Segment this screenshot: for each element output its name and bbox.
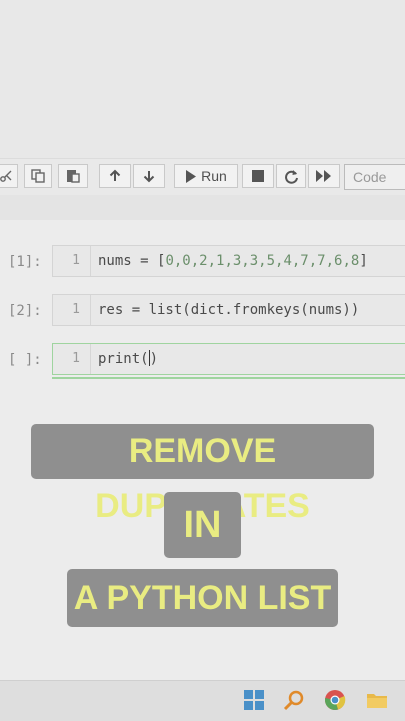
search-button[interactable] [283, 689, 305, 711]
restart-button[interactable] [276, 164, 306, 188]
restart-run-all-button[interactable] [308, 164, 340, 188]
code-cell-2[interactable]: 1 res = list(dict.fromkeys(nums)) [52, 294, 405, 326]
search-icon [283, 690, 304, 711]
title-line-2-text: IN [183, 504, 222, 546]
run-icon [186, 169, 197, 183]
run-button[interactable]: Run [174, 164, 238, 188]
cell-type-select[interactable]: Code [344, 164, 405, 190]
cell-prompt: [2]: [8, 303, 42, 319]
move-up-icon [109, 169, 121, 181]
file-explorer-button[interactable] [366, 689, 388, 711]
paste-icon [67, 170, 80, 183]
stop-icon [252, 170, 264, 182]
windows-start-button[interactable] [243, 689, 265, 711]
restart-icon [284, 169, 298, 184]
line-number: 1 [53, 295, 91, 325]
screen-top-blank [0, 0, 405, 158]
title-line-3: A PYTHON LIST [67, 569, 338, 627]
code-var: nums [98, 253, 132, 269]
notebook-toolbar: Run Code [0, 158, 405, 196]
title-line-3-text: A PYTHON LIST [73, 579, 332, 617]
code-assign: = [ [131, 253, 166, 269]
title-overlay: REMOVE DUPLICATES IN A PYTHON LIST [0, 404, 405, 680]
code-line: nums = [0,0,2,1,3,3,5,4,7,7,6,8] [98, 246, 368, 276]
cut-icon [0, 170, 12, 182]
chrome-button[interactable] [324, 689, 346, 711]
chrome-icon [325, 690, 346, 710]
cell-divider [52, 377, 405, 379]
move-up-button[interactable] [99, 164, 131, 188]
toolbar-gap [0, 195, 405, 220]
title-line-1: REMOVE DUPLICATES [31, 424, 374, 525]
cell-prompt: [1]: [8, 254, 42, 270]
code-line: res = list(dict.fromkeys(nums)) [98, 302, 360, 318]
paste-button[interactable] [58, 164, 88, 188]
taskbar [0, 680, 405, 721]
code-cell-1[interactable]: 1 nums = [0,0,2,1,3,3,5,4,7,7,6,8] [52, 245, 405, 277]
stop-button[interactable] [242, 164, 274, 188]
move-down-button[interactable] [133, 164, 165, 188]
cell-prompt: [ ]: [8, 352, 42, 368]
notebook-area: [1]: 1 nums = [0,0,2,1,3,3,5,4,7,7,6,8] … [0, 220, 405, 404]
copy-button[interactable] [24, 164, 52, 188]
run-label: Run [201, 168, 227, 184]
windows-start-icon [244, 690, 264, 710]
code-list-values: 0,0,2,1,3,3,5,4,7,7,6,8 [165, 253, 360, 269]
line-number: 1 [53, 344, 91, 374]
code-text: print( [98, 351, 149, 367]
title-line-2: IN [164, 492, 241, 558]
file-explorer-icon [367, 694, 387, 708]
line-number: 1 [53, 246, 91, 276]
move-down-icon [143, 171, 155, 183]
copy-icon [31, 169, 45, 183]
code-list-close: ] [359, 253, 368, 269]
cell-type-placeholder: Code [353, 169, 387, 185]
code-cell-3[interactable]: 1 print() [52, 343, 405, 375]
cut-button[interactable] [0, 164, 18, 188]
fast-forward-icon [316, 170, 331, 182]
code-line-active: print() [98, 350, 159, 367]
